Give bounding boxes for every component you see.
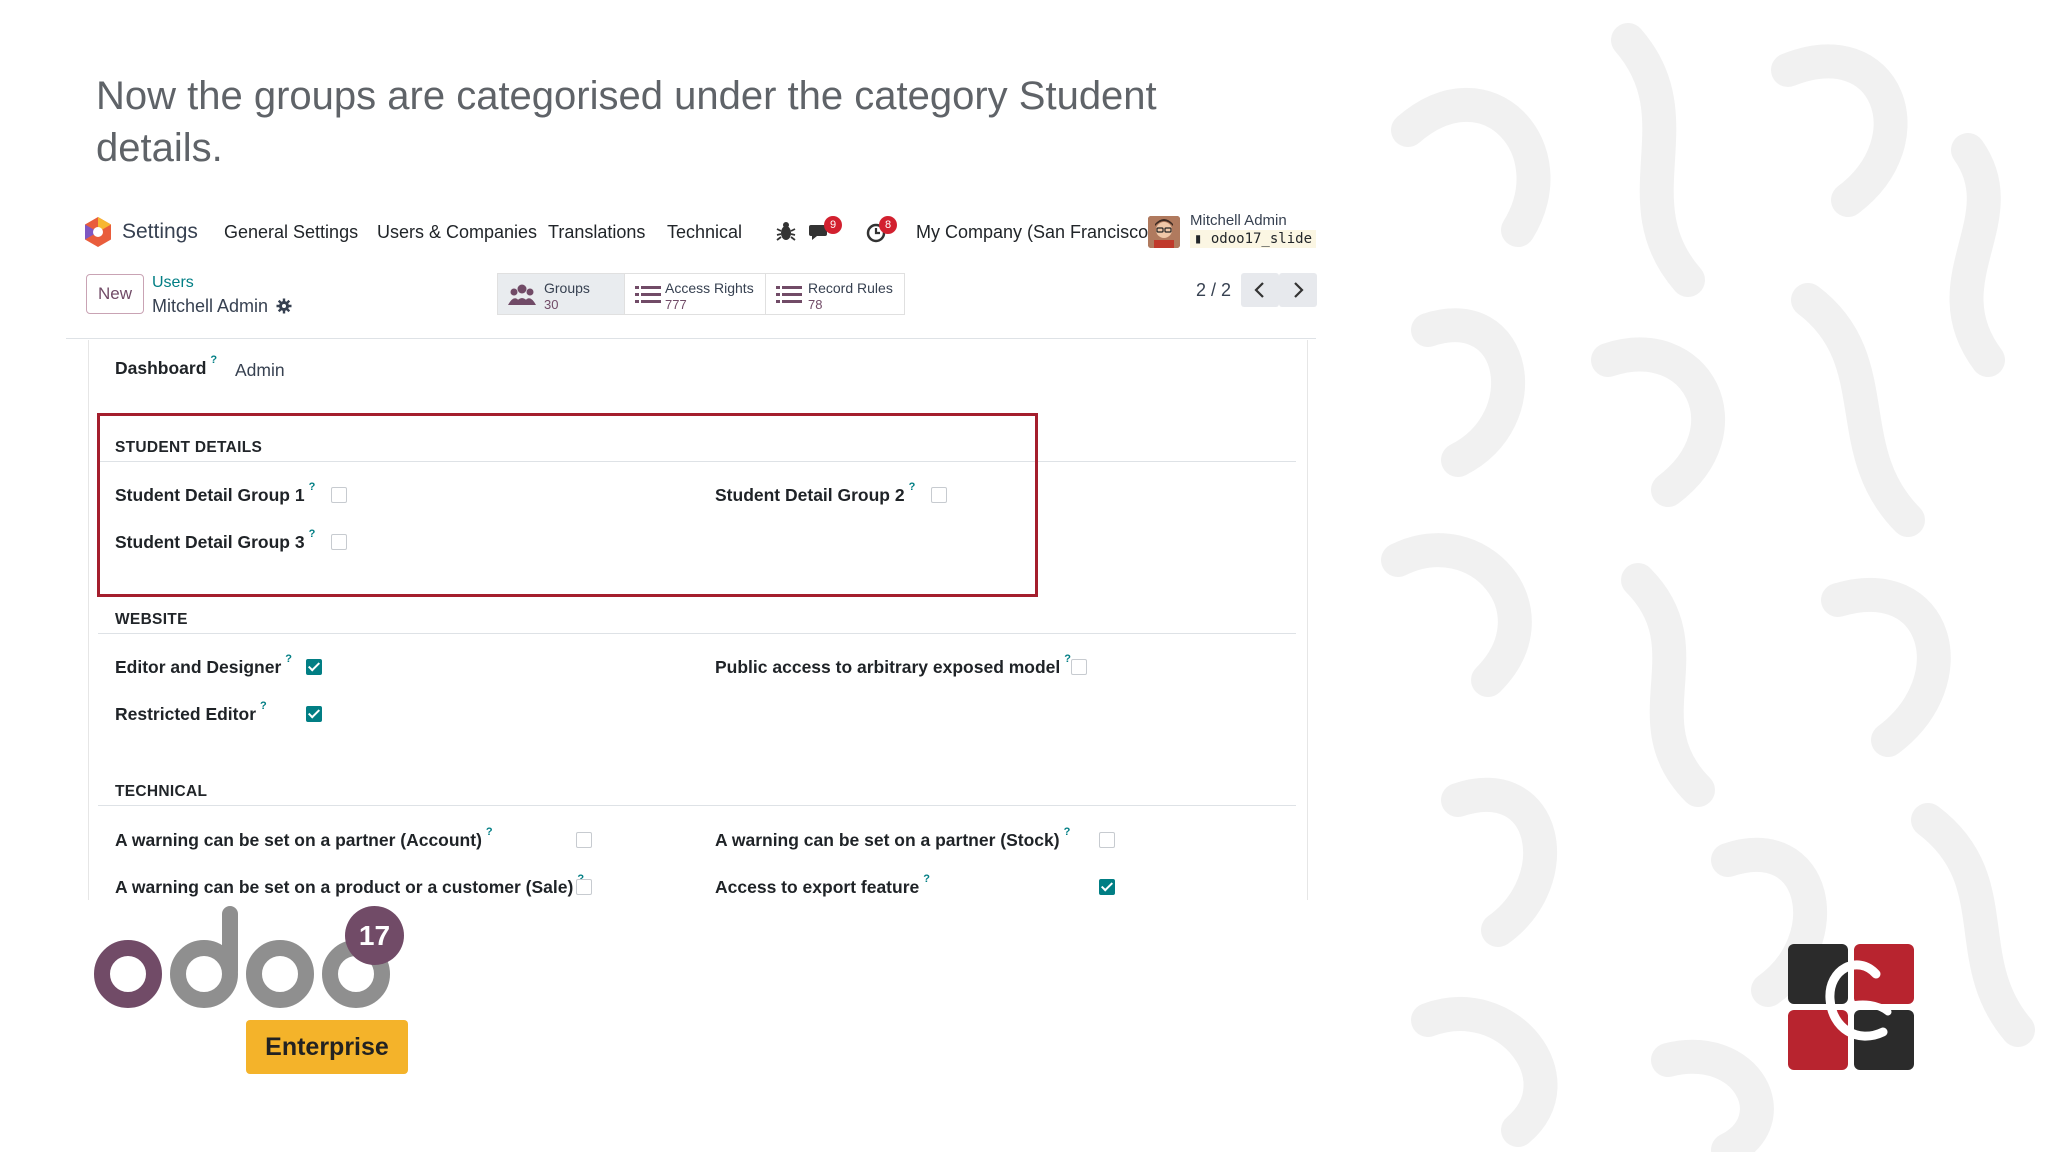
background-pattern <box>1381 23 2035 1152</box>
users-icon <box>508 284 536 305</box>
help-icon[interactable]: ? <box>923 873 930 885</box>
help-icon[interactable]: ? <box>486 826 493 838</box>
user-name[interactable]: Mitchell Admin <box>1190 212 1287 229</box>
chevron-right-icon <box>1294 282 1304 298</box>
help-icon[interactable]: ? <box>1064 826 1071 838</box>
dashboard-value[interactable]: Admin <box>235 360 285 381</box>
record-rules-count: 78 <box>808 297 823 312</box>
access-rights-smart-button[interactable]: Access Rights 777 <box>624 273 766 315</box>
warning-sale-label: A warning can be set on a product or a c… <box>115 873 584 898</box>
company-brand-logo <box>1788 944 1914 1070</box>
menu-users-companies[interactable]: Users & Companies <box>377 222 537 243</box>
top-navbar: Settings General Settings Users & Compan… <box>82 212 1322 256</box>
slide-title: Now the groups are categorised under the… <box>96 74 1157 170</box>
access-rights-count: 777 <box>665 297 687 312</box>
version-badge: 17 <box>345 906 404 965</box>
pager-value[interactable]: 2 / 2 <box>1196 280 1231 301</box>
list-icon <box>635 286 661 303</box>
help-icon[interactable]: ? <box>210 354 217 366</box>
bug-icon[interactable] <box>774 220 798 244</box>
new-button[interactable]: New <box>86 274 144 314</box>
dashboard-label: Dashboard? <box>115 354 218 378</box>
section-divider <box>98 633 1296 634</box>
pager-next-button[interactable] <box>1279 273 1317 307</box>
record-rules-label: Record Rules <box>808 280 893 296</box>
groups-smart-button[interactable]: Groups 30 <box>497 273 625 315</box>
warning-account-label: A warning can be set on a partner (Accou… <box>115 826 493 850</box>
restricted-editor-label: Restricted Editor? <box>115 700 267 724</box>
public-access-checkbox[interactable] <box>1071 659 1087 675</box>
help-icon[interactable]: ? <box>1064 653 1071 665</box>
warning-stock-label: A warning can be set on a partner (Stock… <box>715 826 1071 850</box>
messages-badge: 9 <box>824 216 842 234</box>
database-name: ▮ odoo17_slide <box>1190 230 1317 248</box>
export-feature-checkbox[interactable] <box>1099 879 1115 895</box>
user-avatar[interactable] <box>1148 216 1180 248</box>
pager-previous-button[interactable] <box>1241 273 1279 307</box>
warning-account-checkbox[interactable] <box>576 832 592 848</box>
breadcrumb-users[interactable]: Users <box>152 274 194 292</box>
chevron-left-icon <box>1254 282 1264 298</box>
settings-app-icon[interactable] <box>84 216 112 248</box>
enterprise-badge: Enterprise <box>246 1020 408 1074</box>
menu-technical[interactable]: Technical <box>667 222 742 243</box>
warning-sale-checkbox[interactable] <box>576 879 592 895</box>
database-label: odoo17_slide <box>1210 231 1313 247</box>
menu-translations[interactable]: Translations <box>548 222 645 243</box>
breadcrumb-current: Mitchell Admin <box>152 296 269 316</box>
editor-designer-checkbox[interactable] <box>306 659 322 675</box>
groups-label: Groups <box>544 280 590 296</box>
gear-icon[interactable] <box>276 298 292 314</box>
editor-designer-label: Editor and Designer? <box>115 653 293 677</box>
highlight-box <box>97 413 1038 597</box>
activities-badge: 8 <box>879 216 897 234</box>
groups-count: 30 <box>544 297 559 312</box>
warning-stock-checkbox[interactable] <box>1099 832 1115 848</box>
public-access-label: Public access to arbitrary exposed model… <box>715 653 1072 677</box>
help-icon[interactable]: ? <box>260 700 267 712</box>
access-rights-label: Access Rights <box>665 280 754 296</box>
export-feature-label: Access to export feature? <box>715 873 930 897</box>
control-panel-divider <box>66 338 1316 339</box>
help-icon[interactable]: ? <box>285 653 292 665</box>
website-title: WEBSITE <box>115 611 188 628</box>
record-rules-smart-button[interactable]: Record Rules 78 <box>765 273 905 315</box>
app-name[interactable]: Settings <box>122 220 198 244</box>
list-icon <box>776 286 802 303</box>
menu-general-settings[interactable]: General Settings <box>224 222 358 243</box>
section-divider <box>98 805 1296 806</box>
restricted-editor-checkbox[interactable] <box>306 706 322 722</box>
company-switcher[interactable]: My Company (San Francisco) <box>916 222 1154 243</box>
technical-title: TECHNICAL <box>115 783 208 800</box>
